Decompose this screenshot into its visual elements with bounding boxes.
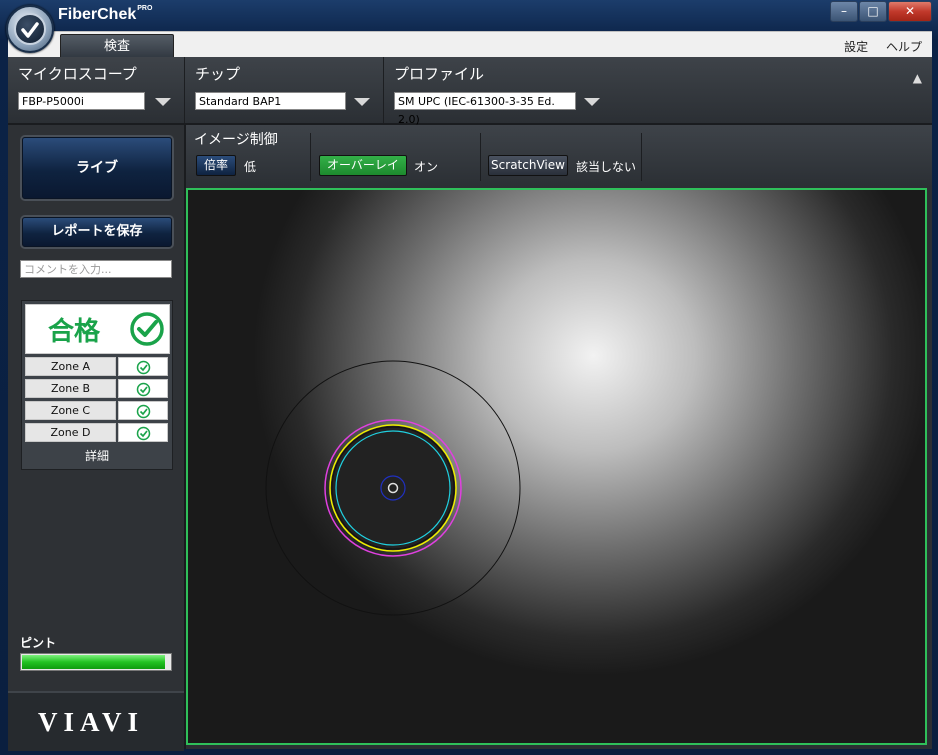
app-title: FiberChekPRO [58, 5, 153, 23]
check-circle-icon [136, 382, 151, 397]
zone-name: Zone C [25, 401, 116, 420]
zone-overlay [265, 360, 521, 616]
tab-inspect[interactable]: 検査 [60, 34, 174, 59]
check-circle-icon [130, 312, 164, 346]
profile-dropdown[interactable]: SM UPC (IEC-61300-3-35 Ed. 2.0) [394, 92, 576, 126]
config-header: マイクロスコープ FBP-P5000i チップ Standard BAP1 プロ… [8, 57, 932, 126]
result-panel: 合格 Zone A Zone B Zone C Zone D 詳細 [21, 300, 173, 470]
overlay-button[interactable]: オーバーレイ [319, 155, 407, 176]
fiber-image-viewer[interactable] [186, 188, 927, 745]
image-controls-title: イメージ制御 [194, 132, 278, 148]
menu-help[interactable]: ヘルプ [886, 40, 922, 54]
overlay-value: オン [414, 160, 439, 174]
pass-status: 合格 [25, 304, 170, 354]
scratchview-value: 該当しない [576, 160, 637, 174]
chevron-down-icon[interactable] [354, 98, 370, 106]
live-button[interactable]: ライブ [22, 137, 172, 199]
tip-label: チップ [195, 65, 241, 83]
check-circle-icon [136, 360, 151, 375]
close-icon[interactable]: ✕ [888, 1, 932, 22]
zone-name: Zone A [25, 357, 116, 376]
zone-status [118, 423, 168, 442]
profile-section: プロファイル SM UPC (IEC-61300-3-35 Ed. 2.0) ▲ [384, 57, 932, 126]
chevron-down-icon[interactable] [155, 98, 171, 106]
collapse-up-icon[interactable]: ▲ [913, 71, 922, 85]
image-controls: イメージ制御 倍率 低 オーバーレイ オン ScratchView 該当しない [186, 125, 932, 187]
menu-settings[interactable]: 設定 [844, 40, 868, 54]
tab-strip: 検査 設定 ヘルプ [8, 31, 932, 59]
brand-footer: VIAVI [8, 691, 184, 751]
magnification-value: 低 [244, 160, 257, 174]
scratchview-button[interactable]: ScratchView [488, 155, 568, 176]
zone-name: Zone B [25, 379, 116, 398]
details-link[interactable]: 詳細 [22, 447, 172, 464]
left-panel: ライブ レポートを保存 コメントを入力... 合格 Zone A Zone B [8, 125, 184, 751]
focus-meter [20, 653, 172, 671]
zone-status [118, 379, 168, 398]
microscope-section: マイクロスコープ FBP-P5000i [8, 57, 185, 123]
title-bar: FiberChekPRO – □ ✕ [0, 0, 938, 53]
zone-status [118, 357, 168, 376]
magnification-button[interactable]: 倍率 [196, 155, 236, 176]
tip-section: チップ Standard BAP1 [185, 57, 384, 123]
zone-status [118, 401, 168, 420]
zone-name: Zone D [25, 423, 116, 442]
app-logo-icon [6, 5, 54, 53]
app-window: FiberChekPRO – □ ✕ 検査 設定 ヘルプ マイクロスコープ FB… [0, 0, 938, 755]
fiber-endface [329, 424, 457, 552]
comment-input[interactable]: コメントを入力... [20, 260, 172, 278]
zone-row[interactable]: Zone D [25, 423, 168, 443]
check-circle-icon [136, 404, 151, 419]
focus-level-fill [22, 655, 165, 669]
viavi-logo: VIAVI [38, 707, 145, 737]
profile-label: プロファイル [394, 65, 485, 83]
tip-dropdown[interactable]: Standard BAP1 [195, 92, 346, 110]
save-report-button[interactable]: レポートを保存 [22, 217, 172, 247]
zone-row[interactable]: Zone A [25, 357, 168, 377]
microscope-label: マイクロスコープ [18, 65, 137, 83]
pass-label: 合格 [48, 317, 101, 347]
microscope-dropdown[interactable]: FBP-P5000i [18, 92, 145, 110]
zone-row[interactable]: Zone C [25, 401, 168, 421]
chevron-down-icon[interactable] [584, 98, 600, 106]
check-circle-icon [136, 426, 151, 441]
focus-label: ピント [20, 636, 57, 650]
minimize-icon[interactable]: – [830, 1, 858, 22]
maximize-icon[interactable]: □ [859, 1, 887, 22]
zone-row[interactable]: Zone B [25, 379, 168, 399]
